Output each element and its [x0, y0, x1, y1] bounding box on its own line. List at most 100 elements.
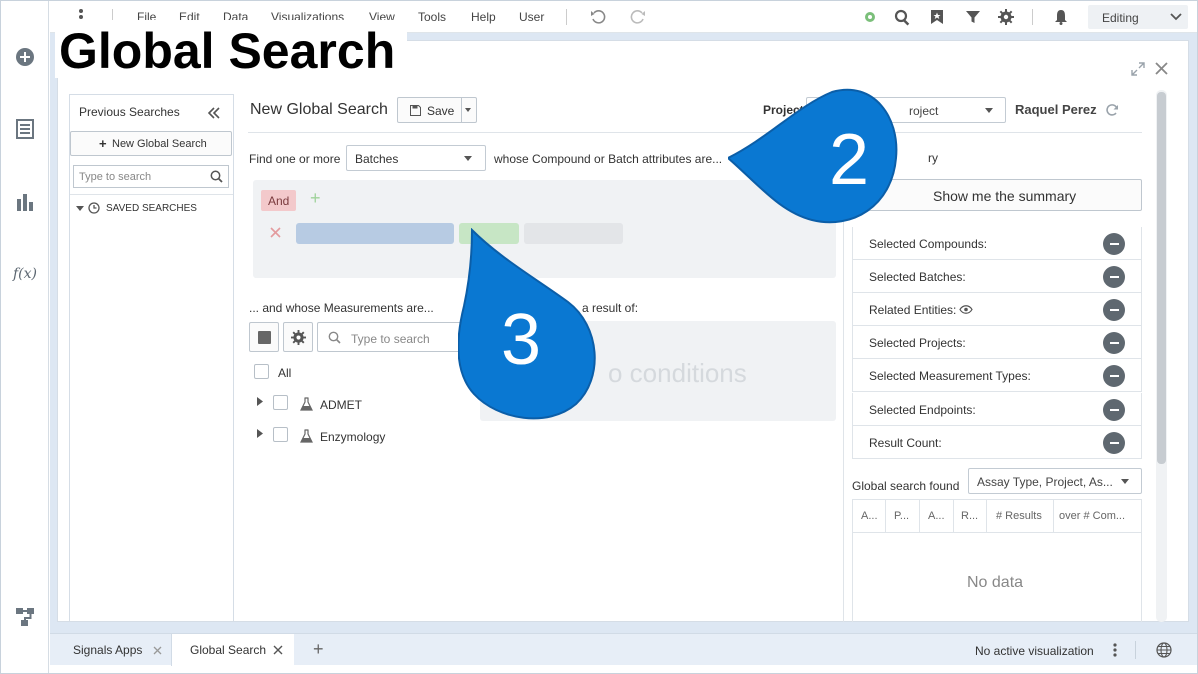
refresh-icon[interactable]: [1105, 103, 1119, 117]
column-divider: [953, 500, 954, 533]
scrollbar-thumb[interactable]: [1157, 92, 1166, 464]
scrollbar-track[interactable]: [1156, 90, 1167, 622]
minus-icon[interactable]: [1103, 299, 1125, 321]
enzymology-checkbox[interactable]: [273, 427, 288, 442]
floppy-disk-icon: [410, 105, 421, 116]
no-data-text: No data: [967, 574, 1024, 591]
column-header[interactable]: over # Com...: [1059, 510, 1125, 522]
no-conditions-text: o conditions: [608, 358, 747, 388]
search-icon[interactable]: [893, 8, 911, 26]
column-header[interactable]: P...: [894, 510, 909, 522]
saved-searches-toggle[interactable]: SAVED SEARCHES: [76, 202, 226, 216]
gear-icon: [291, 330, 306, 345]
column-header[interactable]: # Results: [996, 510, 1042, 522]
gear-sparkle-icon[interactable]: [861, 8, 879, 26]
measurement-search-input[interactable]: Type to search: [317, 322, 477, 352]
and-operator-chip[interactable]: And: [261, 190, 296, 211]
function-icon[interactable]: f(x): [13, 262, 37, 286]
minus-icon[interactable]: [1103, 365, 1125, 387]
filter-icon[interactable]: [964, 8, 982, 26]
more-vertical-icon[interactable]: [1113, 643, 1117, 657]
condition-field-chip[interactable]: [296, 223, 454, 244]
settings-gear-icon[interactable]: [997, 8, 1015, 26]
user-name: Raquel Perez: [1015, 102, 1097, 117]
minus-icon[interactable]: [1103, 332, 1125, 354]
summary-row: Selected Projects:: [852, 326, 1142, 359]
caret-down-icon: [1121, 479, 1129, 484]
expand-icon[interactable]: [1131, 62, 1145, 76]
previous-searches-panel: Previous Searches + New Global Search Ty…: [69, 94, 234, 622]
and-label: And: [268, 194, 290, 208]
undo-icon[interactable]: [589, 8, 607, 26]
global-search-found-label: Global search found: [852, 479, 960, 493]
group-by-select[interactable]: Assay Type, Project, As...: [968, 468, 1142, 494]
close-icon[interactable]: [153, 646, 162, 655]
mode-dropdown[interactable]: Editing: [1088, 5, 1188, 29]
new-global-search-button[interactable]: + New Global Search: [70, 131, 232, 156]
minus-icon[interactable]: [1103, 266, 1125, 288]
menu-user[interactable]: User: [519, 10, 544, 24]
redo-icon[interactable]: [629, 8, 647, 26]
summary-row: Related Entities:: [852, 293, 1142, 326]
summary-row-label: Selected Endpoints:: [869, 403, 976, 417]
saved-searches-label: SAVED SEARCHES: [106, 203, 197, 214]
divider: [566, 9, 567, 25]
tree-item-admet[interactable]: ADMET: [320, 398, 362, 412]
add-tab-icon[interactable]: +: [313, 639, 324, 660]
minus-icon[interactable]: [1103, 399, 1125, 421]
remove-condition-icon[interactable]: [270, 227, 281, 238]
minus-icon[interactable]: [1103, 432, 1125, 454]
previous-searches-title: Previous Searches: [79, 105, 180, 119]
eye-icon[interactable]: [959, 305, 973, 314]
column-header[interactable]: R...: [961, 510, 978, 522]
collapse-double-chevron-icon[interactable]: [207, 107, 221, 119]
measurement-settings-button[interactable]: [283, 322, 313, 352]
clock-icon: [88, 202, 100, 214]
save-button[interactable]: Save: [397, 97, 477, 123]
add-condition-icon[interactable]: +: [310, 188, 321, 209]
plus-icon: +: [99, 136, 107, 151]
document-list-icon[interactable]: [13, 117, 37, 141]
new-global-search-label: New Global Search: [112, 138, 207, 150]
all-checkbox[interactable]: [254, 364, 269, 379]
column-divider: [919, 500, 920, 533]
tab-global-search[interactable]: Global Search: [172, 634, 294, 666]
save-label: Save: [427, 104, 455, 118]
caret-right-icon[interactable]: [257, 429, 263, 438]
column-divider: [1053, 500, 1054, 533]
caret-down-icon: [985, 108, 993, 113]
previous-search-input[interactable]: Type to search: [73, 165, 229, 188]
column-header[interactable]: A...: [861, 510, 878, 522]
summary-row-label: Selected Projects:: [869, 336, 966, 350]
divider: [1032, 9, 1033, 25]
column-header[interactable]: A...: [928, 510, 945, 522]
admet-checkbox[interactable]: [273, 395, 288, 410]
summary-row-label: Result Count:: [869, 436, 942, 450]
close-icon[interactable]: [273, 645, 283, 655]
close-icon[interactable]: [1155, 62, 1168, 75]
minus-icon[interactable]: [1103, 233, 1125, 255]
tree-item-enzymology[interactable]: Enzymology: [320, 430, 385, 444]
bottom-tab-bar: Signals Apps Global Search + No active v…: [50, 633, 1197, 666]
results-table-header: A... P... A... R... # Results over # Com…: [853, 500, 1141, 533]
mode-label: Editing: [1102, 11, 1139, 25]
workflow-icon[interactable]: [13, 605, 37, 629]
entity-select[interactable]: Batches: [346, 145, 486, 171]
tab-signals-apps[interactable]: Signals Apps: [50, 634, 172, 666]
divider: [70, 194, 233, 195]
select-all-toggle-button[interactable]: [249, 322, 279, 352]
caret-right-icon[interactable]: [257, 397, 263, 406]
add-circle-icon[interactable]: [13, 45, 37, 69]
menu-help[interactable]: Help: [471, 10, 496, 24]
all-label: All: [278, 366, 292, 380]
globe-icon[interactable]: [1156, 642, 1172, 658]
notification-bell-icon[interactable]: [1052, 8, 1070, 26]
caret-down-icon: [464, 156, 472, 161]
page-title: Global Search: [55, 20, 408, 79]
caret-down-icon[interactable]: [465, 108, 471, 112]
menu-tools[interactable]: Tools: [418, 10, 446, 24]
summary-row: Selected Compounds:: [852, 227, 1142, 260]
square-icon: [258, 331, 271, 344]
bookmark-star-icon[interactable]: [928, 8, 946, 26]
bar-chart-icon[interactable]: [13, 190, 37, 214]
